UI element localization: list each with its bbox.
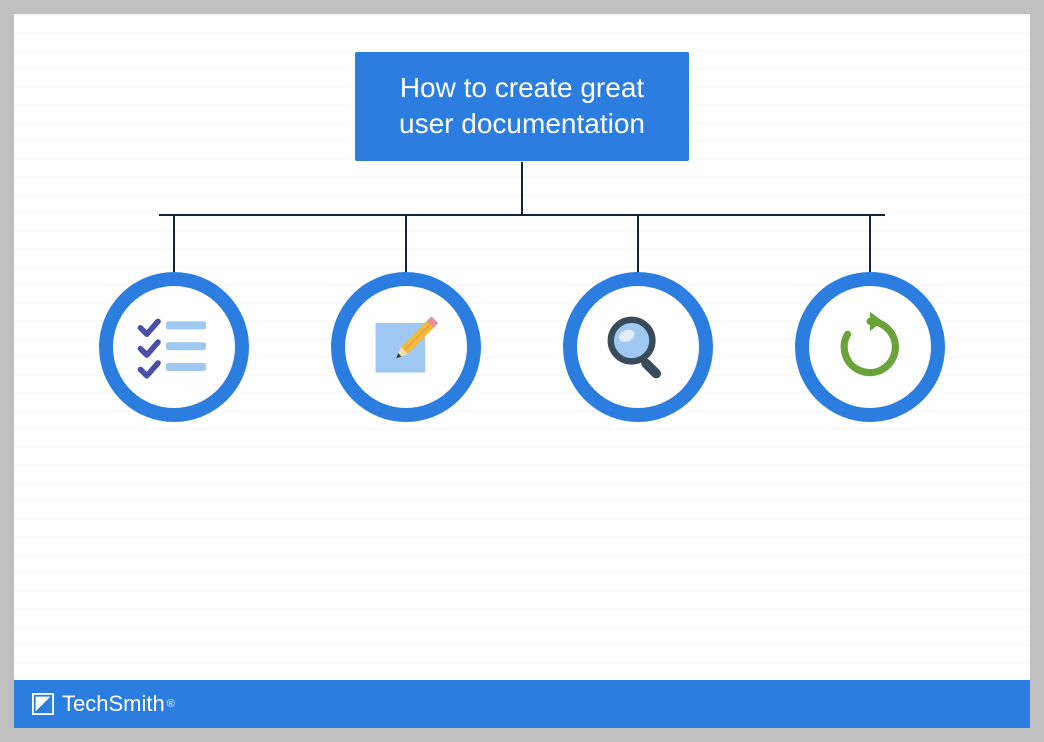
icon-circle <box>99 272 249 422</box>
connector-drop <box>637 214 639 272</box>
step-title: 1. Plan <box>143 420 205 443</box>
connector-vertical-top <box>521 162 523 214</box>
icon-circle <box>563 272 713 422</box>
step-plan: 1. Plan Know your goals and create a pla… <box>66 214 282 574</box>
icon-circle <box>795 272 945 422</box>
footer-brand-text: TechSmith <box>62 691 165 717</box>
footer-bar: TechSmith ® <box>14 680 1030 728</box>
step-body: When your product changes, update your d… <box>780 457 960 541</box>
icon-wrap <box>795 272 945 422</box>
icon-wrap <box>331 272 481 422</box>
connector-drop <box>869 214 871 272</box>
step-title: 4. Update <box>827 420 914 443</box>
title-box: How to create great user documentation <box>355 52 689 161</box>
infographic-canvas: How to create great user documentation <box>14 14 1030 728</box>
icon-circle <box>331 272 481 422</box>
title-line-2: user documentation <box>399 106 645 142</box>
step-title: 3. Test <box>609 420 668 443</box>
step-body: Follow your plan, but adjust for new inf… <box>316 457 496 520</box>
step-test: 3. Test Make sure it does the job before… <box>530 214 746 574</box>
icon-wrap <box>99 272 249 422</box>
pencil-note-icon <box>366 307 446 387</box>
checklist-icon <box>134 307 214 387</box>
techsmith-logo-icon <box>32 693 54 715</box>
refresh-icon <box>830 307 910 387</box>
icon-wrap <box>563 272 713 422</box>
title-line-1: How to create great <box>399 70 645 106</box>
registered-mark: ® <box>167 698 175 710</box>
magnifier-icon <box>598 307 678 387</box>
step-update: 4. Update When your product changes, upd… <box>762 214 978 574</box>
step-body: Make sure it does the job before you set… <box>548 457 728 499</box>
steps-row: 1. Plan Know your goals and create a pla… <box>14 214 1030 574</box>
connector-drop <box>405 214 407 272</box>
step-create: 2. Create Follow your plan, but adjust f… <box>298 214 514 574</box>
content-area: How to create great user documentation <box>14 14 1030 728</box>
step-body: Know your goals and create a plan to ach… <box>84 457 264 499</box>
step-title: 2. Create <box>365 420 447 443</box>
connector-drop <box>173 214 175 272</box>
